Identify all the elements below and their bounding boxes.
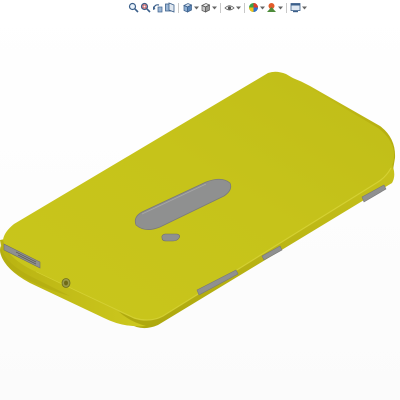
camera-flash [161, 233, 180, 242]
headphone-jack [61, 278, 71, 288]
graphics-area[interactable] [0, 0, 400, 400]
phone-body-model[interactable] [0, 0, 400, 400]
